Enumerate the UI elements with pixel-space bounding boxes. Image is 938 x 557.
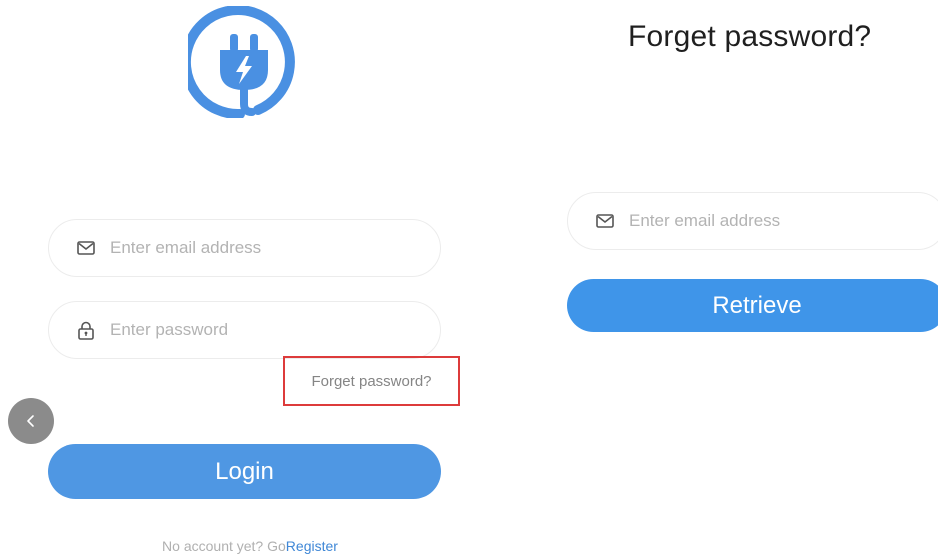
back-button[interactable] xyxy=(8,398,54,444)
retrieve-email-field[interactable] xyxy=(567,192,938,250)
login-password-field[interactable] xyxy=(48,301,441,359)
app-logo xyxy=(180,5,300,120)
register-link[interactable]: Register xyxy=(286,538,338,554)
mail-icon xyxy=(595,211,615,231)
retrieve-button[interactable]: Retrieve xyxy=(567,279,938,332)
login-password-input[interactable] xyxy=(110,320,440,340)
login-button[interactable]: Login xyxy=(48,444,441,499)
mail-icon xyxy=(76,238,96,258)
register-prompt: No account yet? GoRegister xyxy=(0,538,500,554)
login-email-field[interactable] xyxy=(48,219,441,277)
retrieve-email-input[interactable] xyxy=(629,211,938,231)
no-account-text: No account yet? Go xyxy=(162,538,286,554)
forget-password-link[interactable]: Forget password? xyxy=(283,356,460,406)
login-email-input[interactable] xyxy=(110,238,440,258)
plug-lightning-logo-icon xyxy=(180,5,295,120)
chevron-left-icon xyxy=(27,415,34,427)
lock-icon xyxy=(76,320,96,340)
page-title: Forget password? xyxy=(628,20,872,53)
